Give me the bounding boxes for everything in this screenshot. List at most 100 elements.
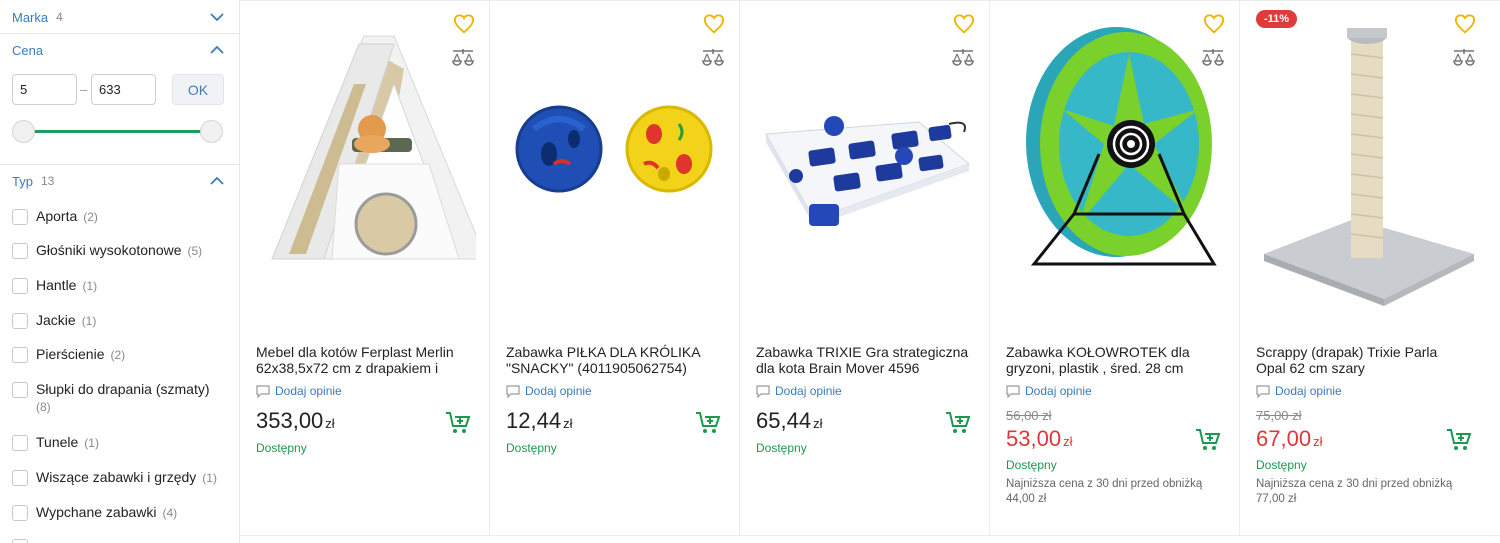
filter-option-jackie[interactable]: Jackie (1): [12, 312, 96, 330]
product-name[interactable]: Zabawka TRIXIE Gra strategiczna dla kota…: [756, 344, 970, 376]
filter-typ-count: 13: [40, 174, 55, 188]
product-price: 65,44 zł: [756, 408, 823, 433]
cart-icon[interactable]: [1195, 428, 1221, 452]
filter-option-label: Wiszące zabawki i grzędy (1): [36, 469, 217, 485]
cart-icon[interactable]: [695, 411, 721, 435]
comment-icon: [506, 384, 520, 398]
filter-option-tunele[interactable]: Tunele (1): [12, 434, 99, 452]
checkbox[interactable]: [12, 382, 28, 398]
checkbox[interactable]: [12, 209, 28, 225]
product-image[interactable]: [1004, 14, 1226, 309]
price-max-input[interactable]: [91, 74, 156, 105]
product-card[interactable]: Zabawka TRIXIE Gra strategiczna dla kota…: [740, 0, 990, 536]
filter-cena-title: Cena: [12, 42, 44, 58]
filter-typ-header[interactable]: Typ 13: [12, 170, 225, 192]
add-review-link[interactable]: Dodaj opinie: [1256, 384, 1342, 398]
filter-option-pierscienie[interactable]: Pierścienie (2): [12, 346, 125, 364]
compare-icon[interactable]: [1201, 48, 1225, 70]
filter-option-label: Słupki do drapania (szmaty) (8): [36, 381, 210, 414]
checkbox[interactable]: [12, 539, 28, 543]
availability-status: Dostępny: [1006, 458, 1057, 472]
checkbox[interactable]: [12, 347, 28, 363]
cart-icon[interactable]: [445, 411, 471, 435]
product-image[interactable]: [754, 14, 976, 309]
lowest-price-note: Najniższa cena z 30 dni przed obniżką 77…: [1256, 478, 1453, 505]
filter-option-slupki[interactable]: Słupki do drapania (szmaty) (8): [12, 381, 232, 416]
filter-option-wypchane[interactable]: Wypchane zabawki (4): [12, 504, 177, 522]
product-grid: Mebel dla kotów Ferplast Merlin 62x38,5x…: [240, 0, 1500, 543]
add-review-label: Dodaj opinie: [275, 384, 342, 398]
comment-icon: [1256, 384, 1270, 398]
product-card[interactable]: -11% Scrappy (drapak) Trixie Parla Opal …: [1240, 0, 1500, 536]
heart-icon[interactable]: [1454, 13, 1476, 35]
checkbox[interactable]: [12, 313, 28, 329]
checkbox[interactable]: [12, 435, 28, 451]
filter-option-partial[interactable]: [12, 538, 28, 543]
product-name[interactable]: Zabawka KOŁOWROTEK dla gryzoni, plastik …: [1006, 344, 1220, 376]
filter-option-label: Tunele (1): [36, 434, 99, 450]
cart-icon[interactable]: [1446, 428, 1472, 452]
chevron-up-icon: [210, 176, 224, 185]
filter-option-hantle[interactable]: Hantle (1): [12, 277, 97, 295]
add-review-label: Dodaj opinie: [1025, 384, 1092, 398]
product-name[interactable]: Scrappy (drapak) Trixie Parla Opal 62 cm…: [1256, 344, 1470, 376]
add-review-link[interactable]: Dodaj opinie: [506, 384, 592, 398]
compare-icon[interactable]: [951, 48, 975, 70]
product-price: 67,00 zł: [1256, 426, 1323, 451]
chevron-down-icon: [210, 13, 224, 22]
product-price: 53,00 zł: [1006, 426, 1073, 451]
add-review-link[interactable]: Dodaj opinie: [256, 384, 342, 398]
product-image[interactable]: [1254, 14, 1476, 309]
add-review-link[interactable]: Dodaj opinie: [1006, 384, 1092, 398]
product-name[interactable]: Mebel dla kotów Ferplast Merlin 62x38,5x…: [256, 344, 470, 376]
filter-typ-title: Typ: [12, 173, 33, 189]
heart-icon[interactable]: [1203, 13, 1225, 35]
checkbox[interactable]: [12, 243, 28, 259]
comment-icon: [756, 384, 770, 398]
add-review-link[interactable]: Dodaj opinie: [756, 384, 842, 398]
product-price: 12,44 zł: [506, 408, 573, 433]
heart-icon[interactable]: [703, 13, 725, 35]
old-price: 75,00 zł: [1256, 408, 1302, 423]
heart-icon[interactable]: [453, 13, 475, 35]
compare-icon[interactable]: [451, 48, 475, 70]
availability-status: Dostępny: [506, 441, 557, 455]
product-image[interactable]: [504, 14, 726, 309]
filter-option-aporta[interactable]: Aporta (2): [12, 208, 98, 226]
add-review-label: Dodaj opinie: [1275, 384, 1342, 398]
filter-divider: [0, 33, 239, 34]
add-review-label: Dodaj opinie: [525, 384, 592, 398]
add-review-label: Dodaj opinie: [775, 384, 842, 398]
old-price: 56,00 zł: [1006, 408, 1052, 423]
filter-option-label: Jackie (1): [36, 312, 97, 328]
price-slider-min-handle[interactable]: [12, 120, 35, 143]
filter-option-label: Wypchane zabawki (4): [36, 504, 178, 520]
price-slider-max-handle[interactable]: [200, 120, 223, 143]
filter-marka-count: 4: [56, 10, 63, 24]
price-ok-button[interactable]: OK: [172, 74, 224, 105]
product-image[interactable]: [254, 14, 476, 309]
product-card[interactable]: Mebel dla kotów Ferplast Merlin 62x38,5x…: [240, 0, 490, 536]
filter-cena-header[interactable]: Cena: [12, 39, 225, 61]
product-card[interactable]: Zabawka KOŁOWROTEK dla gryzoni, plastik …: [990, 0, 1240, 536]
product-card[interactable]: Zabawka PIŁKA DLA KRÓLIKA "SNACKY" (4011…: [490, 0, 740, 536]
checkbox[interactable]: [12, 278, 28, 294]
filter-marka-header[interactable]: Marka 4: [12, 6, 225, 28]
availability-status: Dostępny: [756, 441, 807, 455]
cart-icon[interactable]: [945, 411, 971, 435]
filter-option-glosniki[interactable]: Głośniki wysokotonowe (5): [12, 242, 202, 260]
product-name[interactable]: Zabawka PIŁKA DLA KRÓLIKA "SNACKY" (4011…: [506, 344, 720, 376]
compare-icon[interactable]: [701, 48, 725, 70]
availability-status: Dostępny: [1256, 458, 1307, 472]
filter-option-label: Głośniki wysokotonowe (5): [36, 242, 203, 258]
checkbox[interactable]: [12, 505, 28, 521]
filter-option-wiszace[interactable]: Wiszące zabawki i grzędy (1): [12, 469, 217, 487]
compare-icon[interactable]: [1452, 48, 1476, 70]
availability-status: Dostępny: [256, 441, 307, 455]
chevron-up-icon: [210, 45, 224, 54]
checkbox[interactable]: [12, 470, 28, 486]
filter-option-label: Hantle (1): [36, 277, 98, 293]
price-slider-track[interactable]: [22, 130, 212, 133]
price-min-input[interactable]: [12, 74, 77, 105]
heart-icon[interactable]: [953, 13, 975, 35]
